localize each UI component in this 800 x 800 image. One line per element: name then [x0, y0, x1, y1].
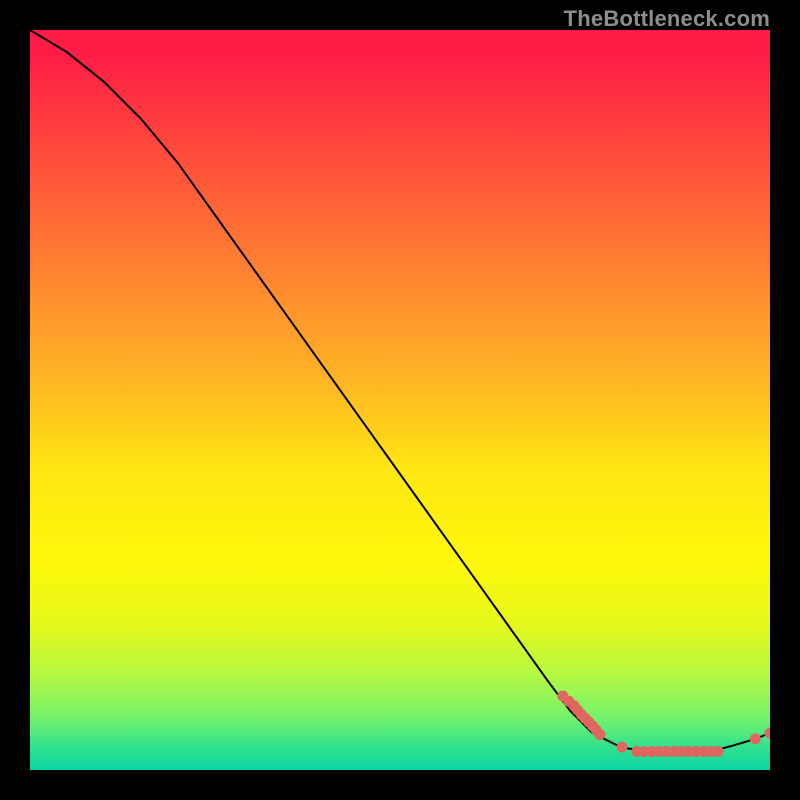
bottleneck-curve [30, 30, 770, 752]
data-marker [750, 733, 761, 744]
data-marker [594, 729, 605, 740]
data-marker [713, 746, 724, 757]
data-marker [617, 742, 628, 753]
plot-area [30, 30, 770, 770]
watermark-text: TheBottleneck.com [564, 6, 770, 32]
chart-overlay-svg [30, 30, 770, 770]
scatter-markers [557, 691, 770, 758]
chart-stage: TheBottleneck.com [0, 0, 800, 800]
data-marker [765, 728, 771, 739]
